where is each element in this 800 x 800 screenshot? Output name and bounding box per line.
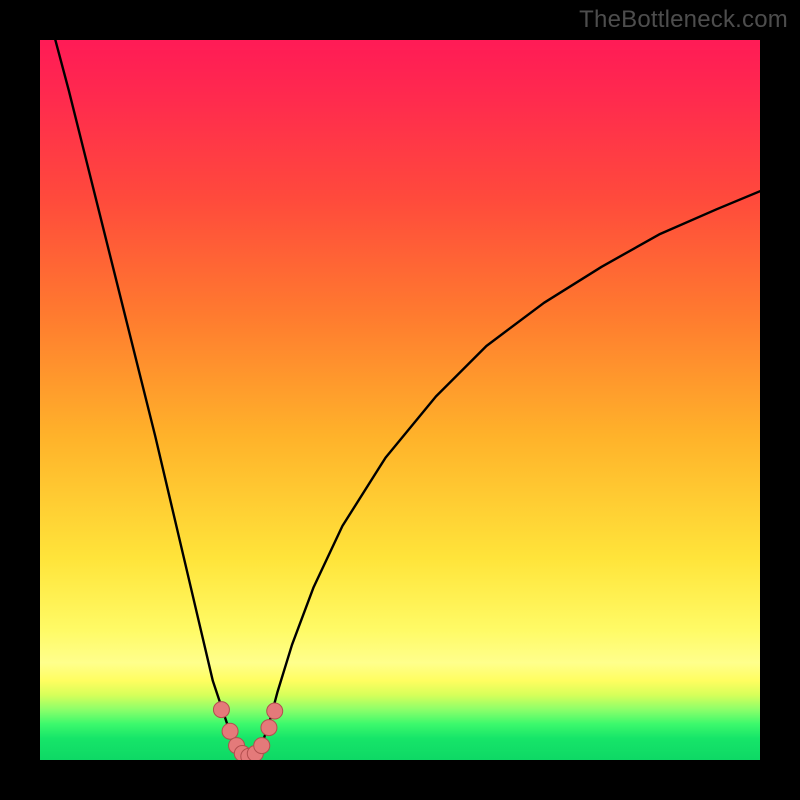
marker-dot [213, 702, 229, 718]
curve-line [40, 40, 760, 757]
marker-dot [254, 738, 270, 754]
marker-cluster [213, 702, 282, 760]
chart-stage: TheBottleneck.com [0, 0, 800, 800]
marker-dot [261, 720, 277, 736]
marker-dot [267, 703, 283, 719]
attribution-label: TheBottleneck.com [579, 6, 788, 34]
marker-dot [222, 723, 238, 739]
plot-svg [40, 40, 760, 760]
